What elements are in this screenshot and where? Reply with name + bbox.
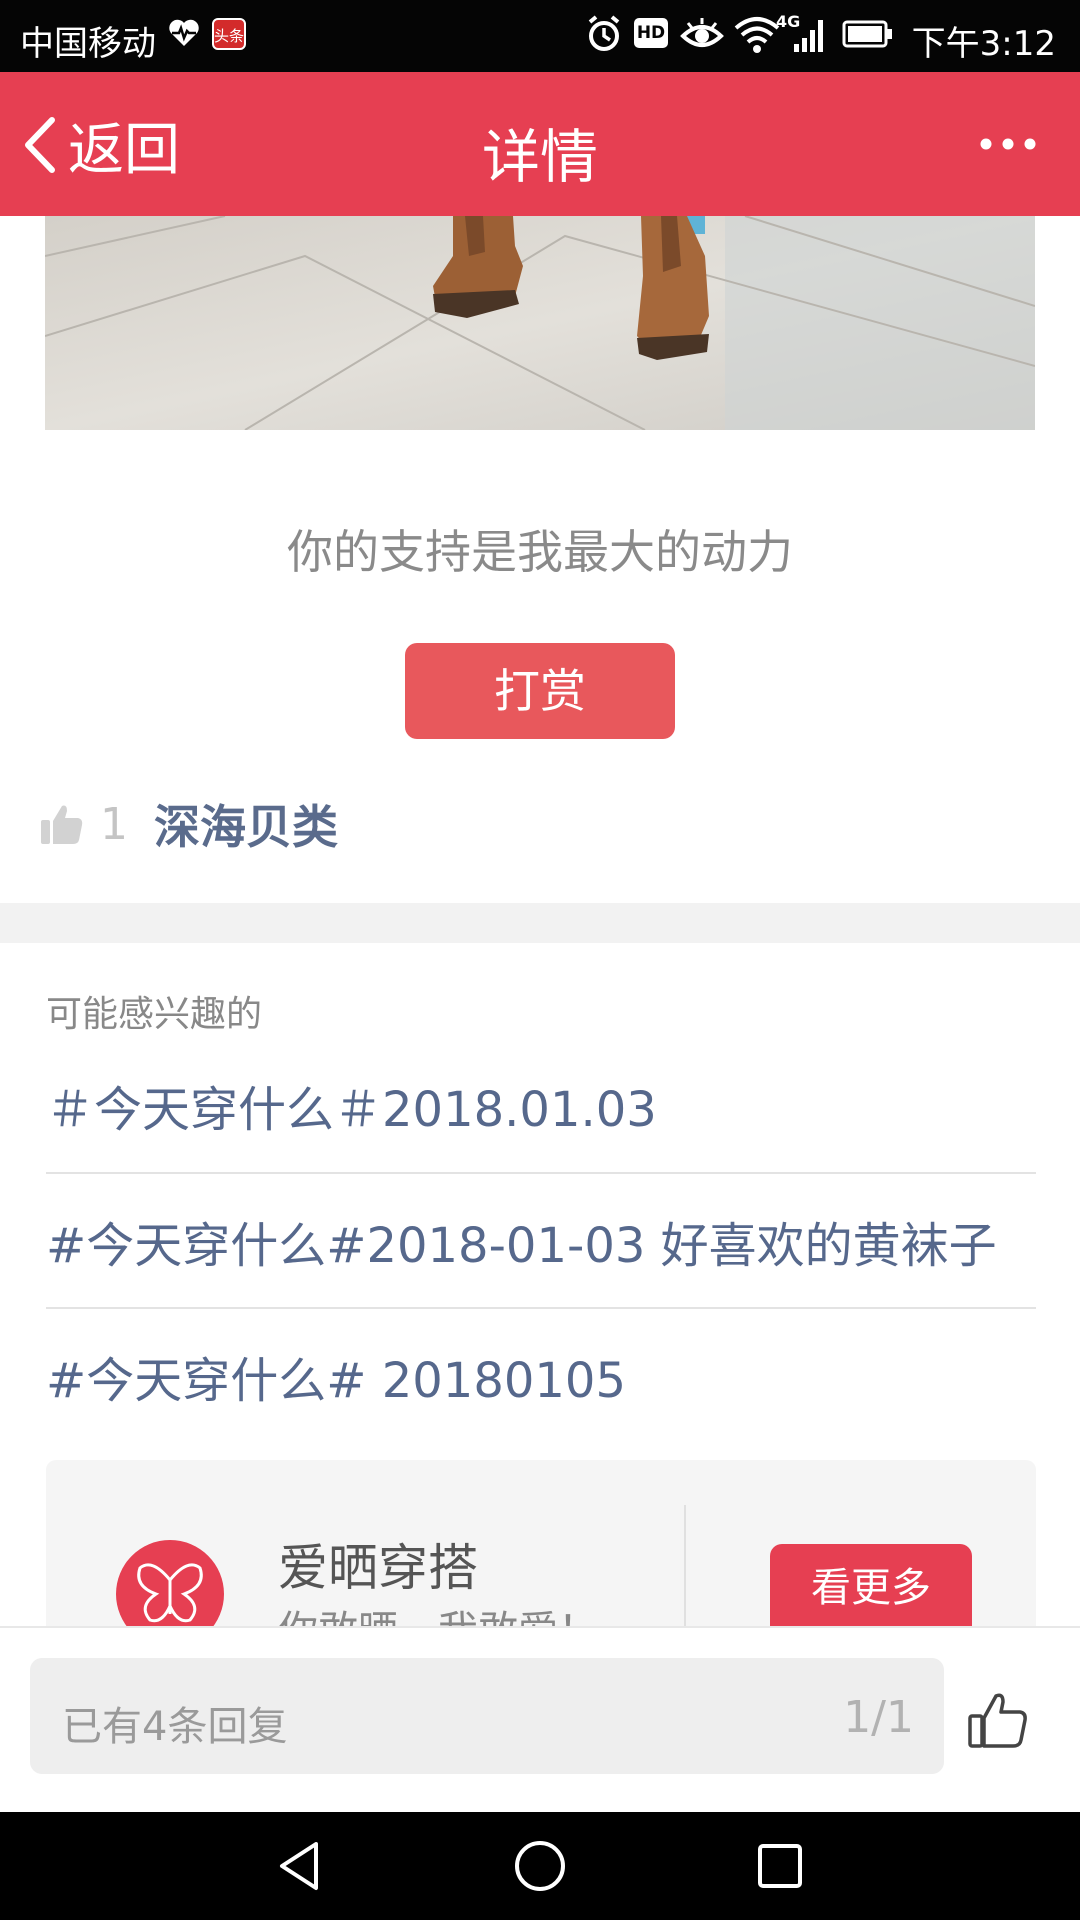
alarm-icon [588, 15, 620, 51]
hd-icon: HD [634, 18, 668, 48]
clock: 下午3:12 [911, 24, 1056, 64]
signal-icon [794, 20, 823, 52]
reply-page-indicator: 1/1 [843, 1692, 914, 1743]
reply-bar: 已有4条回复 1/1 [0, 1626, 1080, 1812]
divider [684, 1505, 686, 1628]
page-title: 详情 [481, 123, 598, 191]
battery-icon [842, 20, 892, 48]
related-item-label: #今天穿什么#2018-01-03 好喜欢的黄袜子 [46, 1218, 997, 1274]
butterfly-icon [137, 1563, 203, 1623]
like-count: 1 [100, 798, 128, 850]
related-item[interactable]: #今天穿什么#2018-01-03 好喜欢的黄袜子 [46, 1174, 1036, 1308]
related-item[interactable]: ＃今天穿什么＃2018.01.03 [46, 1038, 1036, 1172]
home-circle-icon[interactable] [510, 1836, 570, 1896]
status-bar: 中国移动 头条 HD 4G 下午3:12 [0, 0, 1080, 72]
support-message: 你的支持是我最大的动力 [287, 525, 793, 579]
system-nav-bar [0, 1812, 1080, 1920]
related-heading: 可能感兴趣的 [46, 994, 263, 1035]
thumbs-up-outline-icon[interactable] [966, 1688, 1030, 1752]
photo-boots-on-tiles [45, 216, 1035, 430]
community-name: 爱晒穿搭 [278, 1539, 478, 1597]
heart-pulse-icon [169, 19, 199, 46]
thumbs-up-icon[interactable] [40, 802, 84, 846]
community-logo [116, 1540, 224, 1628]
related-item-label: ＃今天穿什么＃2018.01.03 [46, 1082, 657, 1138]
back-triangle-icon[interactable] [270, 1836, 330, 1896]
recents-square-icon[interactable] [750, 1836, 810, 1896]
reward-button[interactable]: 打赏 [405, 643, 675, 739]
app-header: 返回 详情 [0, 72, 1080, 216]
likes-row: 1 深海贝类 [40, 794, 338, 854]
post-photo[interactable] [45, 216, 1035, 430]
reply-count-placeholder: 已有4条回复 [62, 1704, 288, 1750]
section-divider [0, 903, 1080, 943]
liker-name[interactable]: 深海贝类 [154, 791, 338, 857]
more-dots-icon[interactable] [980, 132, 1036, 156]
community-slogan: 你敢晒，我敢爱！ [278, 1598, 598, 1628]
wifi-icon [734, 17, 780, 53]
reply-input[interactable]: 已有4条回复 1/1 [30, 1658, 944, 1774]
carrier-label: 中国移动 [20, 24, 156, 64]
see-more-button[interactable]: 看更多 [770, 1544, 972, 1628]
community-card[interactable]: 爱晒穿搭 你敢晒，我敢爱！ 看更多 [46, 1460, 1036, 1628]
related-item-label: #今天穿什么# 20180105 [46, 1353, 627, 1409]
toutiao-app-icon: 头条 [212, 18, 246, 50]
related-item[interactable]: #今天穿什么# 20180105 [46, 1309, 1036, 1443]
eye-icon [680, 18, 724, 47]
